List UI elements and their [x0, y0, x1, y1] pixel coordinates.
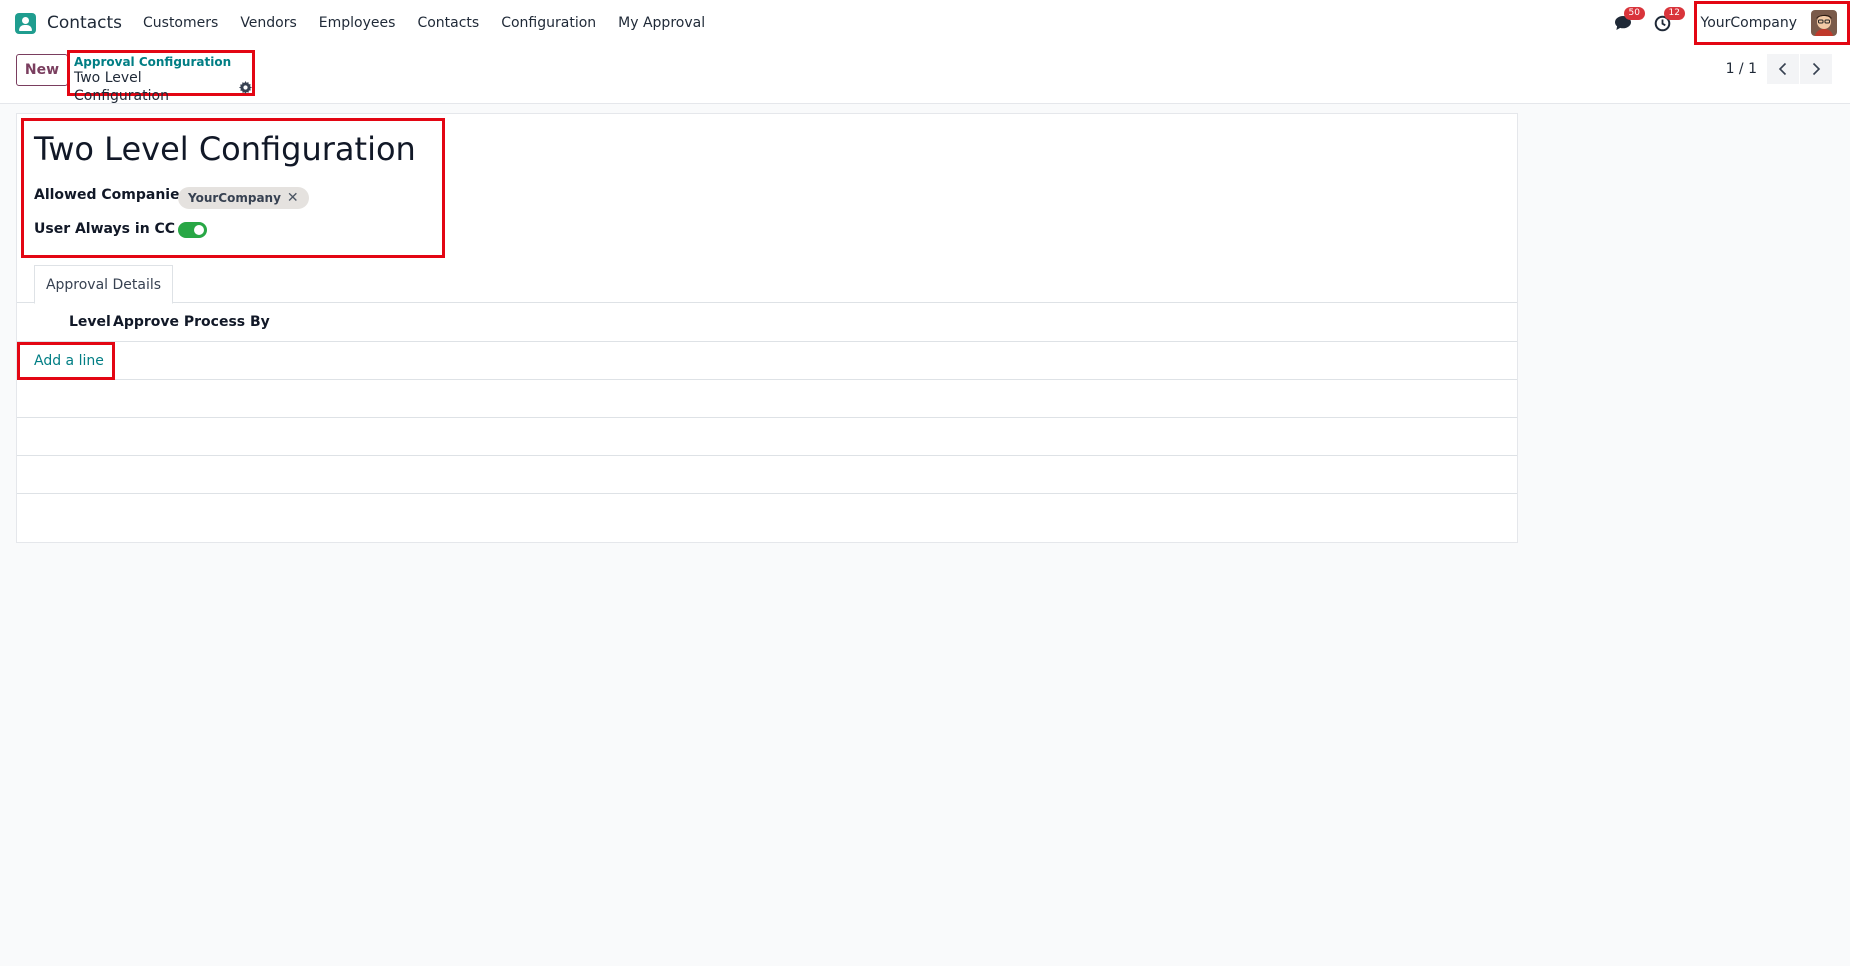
control-panel: New Approval Configuration Two Level Con…: [0, 46, 1850, 104]
menu-vendors[interactable]: Vendors: [240, 15, 296, 31]
activities-button[interactable]: 12: [1652, 7, 1685, 34]
record-title[interactable]: Two Level Configuration: [34, 130, 416, 168]
chevron-right-icon: [1812, 62, 1821, 76]
list-header: Level Approve Process By: [17, 304, 1517, 342]
user-always-cc-toggle[interactable]: [178, 222, 207, 238]
pager-next-button[interactable]: [1800, 54, 1832, 84]
breadcrumb-parent-link[interactable]: Approval Configuration: [74, 55, 252, 69]
activities-badge: 12: [1663, 7, 1685, 20]
main-menu: Customers Vendors Employees Contacts Con…: [143, 15, 727, 31]
remove-tag-icon[interactable]: ✕: [287, 190, 299, 206]
column-approve-process-by[interactable]: Approve Process By: [113, 314, 270, 330]
breadcrumb-current-label: Two Level Configuration: [74, 70, 169, 104]
new-button[interactable]: New: [16, 54, 68, 86]
company-name[interactable]: YourCompany: [1701, 15, 1798, 31]
column-level[interactable]: Level: [69, 314, 111, 330]
menu-customers[interactable]: Customers: [143, 15, 218, 31]
notebook-tabs: Approval Details: [17, 265, 1517, 304]
add-line-container: Add a line: [17, 342, 115, 380]
toggle-knob: [194, 225, 204, 235]
pager-previous-button[interactable]: [1767, 54, 1799, 84]
table-row: Add a line: [17, 342, 1517, 380]
company-tag-label: YourCompany: [188, 191, 281, 205]
company-tag[interactable]: YourCompany ✕: [178, 187, 309, 209]
allowed-companies-label: Allowed Companies: [34, 187, 188, 203]
systray: 50 12 YourCompany: [1612, 0, 1850, 46]
form-sheet: Two Level Configuration Allowed Companie…: [16, 113, 1518, 543]
table-row: [17, 380, 1517, 418]
top-navbar: Contacts Customers Vendors Employees Con…: [0, 0, 1850, 46]
menu-configuration[interactable]: Configuration: [501, 15, 596, 31]
company-switcher[interactable]: YourCompany: [1693, 1, 1850, 45]
contacts-app-icon: [15, 12, 36, 34]
user-always-cc-label: User Always in CC: [34, 221, 176, 237]
add-line-link[interactable]: Add a line: [34, 353, 104, 369]
breadcrumb-current: Two Level Configuration: [74, 69, 252, 105]
user-avatar[interactable]: [1811, 10, 1837, 36]
pager: 1 / 1: [1726, 54, 1832, 84]
table-row: [17, 456, 1517, 494]
menu-employees[interactable]: Employees: [319, 15, 396, 31]
menu-my-approval[interactable]: My Approval: [618, 15, 705, 31]
chevron-left-icon: [1778, 62, 1787, 76]
breadcrumb: Approval Configuration Two Level Configu…: [67, 50, 255, 104]
pager-value[interactable]: 1 / 1: [1726, 61, 1757, 77]
avatar-icon: [1811, 10, 1837, 36]
menu-contacts[interactable]: Contacts: [417, 15, 479, 31]
messages-badge: 50: [1623, 7, 1645, 20]
table-row: [17, 418, 1517, 456]
messages-button[interactable]: 50: [1612, 7, 1645, 34]
app-name[interactable]: Contacts: [47, 13, 122, 33]
tab-approval-details[interactable]: Approval Details: [34, 265, 173, 304]
app-brand[interactable]: Contacts: [15, 12, 122, 34]
gear-icon[interactable]: [239, 80, 252, 94]
